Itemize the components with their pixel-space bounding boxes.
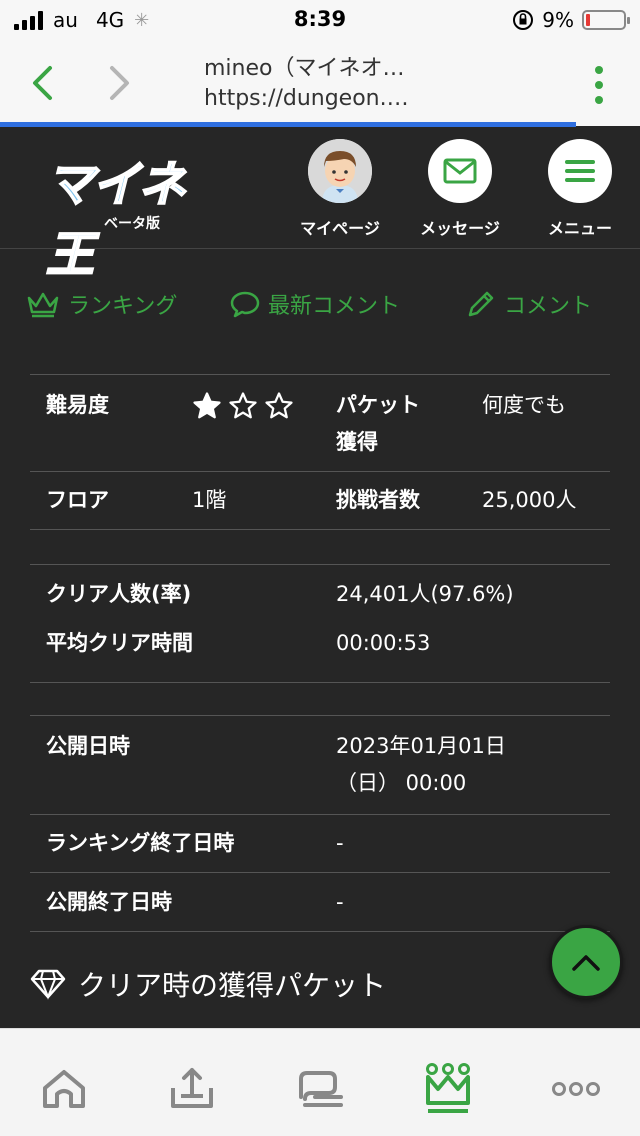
message-icon-circle — [428, 139, 492, 203]
logo-subtitle: ベータ版 — [104, 216, 160, 232]
scroll-to-top-button[interactable] — [549, 925, 623, 999]
envelope-icon — [443, 158, 477, 184]
more-icon — [552, 1082, 600, 1096]
chat-icon — [299, 1071, 343, 1107]
table-row: フロア 1階 挑戦者数 25,000人 — [30, 471, 610, 529]
publish-end-value: - — [336, 890, 344, 914]
tab-comment-label: コメント — [504, 294, 593, 319]
table-row: ランキング終了日時 - — [30, 814, 610, 872]
packet-label: パケット 獲得 — [336, 387, 420, 461]
menu-button[interactable]: メニュー — [530, 139, 630, 239]
battery-icon — [582, 10, 630, 30]
table-spacer — [30, 529, 610, 564]
upload-tray-icon — [171, 1068, 213, 1108]
forward-button[interactable] — [100, 60, 140, 106]
crown-icon — [27, 292, 59, 318]
clear-packet-title-text: クリア時の獲得パケット — [78, 969, 387, 1002]
nav-upload[interactable] — [162, 1059, 222, 1119]
crown-icon — [426, 1063, 470, 1113]
nav-chat[interactable] — [290, 1059, 350, 1119]
back-button[interactable] — [22, 60, 62, 106]
user-avatar-icon — [308, 139, 372, 203]
chevron-up-icon — [572, 955, 600, 971]
tab-latest-comments[interactable]: 最新コメント — [230, 288, 400, 320]
browser-toolbar: mineo（マイネオ… https://dungeon.… — [0, 40, 640, 126]
hamburger-icon — [565, 160, 595, 182]
ranking-end-label: ランキング終了日時 — [46, 831, 235, 855]
tab-ranking-label: ランキング — [68, 294, 178, 319]
publish-end-label: 公開終了日時 — [46, 890, 172, 914]
avg-clear-label: 平均クリア時間 — [46, 631, 193, 655]
tab-latest-comments-label: 最新コメント — [268, 294, 401, 319]
clear-count-label: クリア人数(率) — [46, 582, 192, 606]
pencil-icon — [468, 291, 494, 317]
nav-home[interactable] — [34, 1059, 94, 1119]
avg-clear-value: 00:00:53 — [336, 631, 431, 655]
difficulty-label: 難易度 — [46, 393, 109, 417]
home-icon — [43, 1070, 85, 1108]
star-filled-icon — [193, 392, 221, 419]
packet-label-line2: 獲得 — [336, 430, 378, 454]
table-row: 公開日時 2023年01月01日 （日） 00:00 — [30, 715, 610, 814]
speech-bubble-icon — [230, 291, 260, 318]
mypage-button[interactable]: マイページ — [290, 139, 390, 239]
message-label: メッセージ — [420, 219, 500, 238]
content-tabs: ランキング 最新コメント コメント — [0, 270, 640, 340]
table-row: クリア人数(率) 24,401人(97.6%) — [30, 564, 610, 623]
table-row: 平均クリア時間 00:00:53 — [30, 623, 610, 682]
overflow-menu-icon[interactable] — [594, 66, 604, 104]
star-empty-icon — [229, 392, 257, 419]
dungeon-info-table: 難易度 パケット 獲得 何度でも フロア 1階 挑戦者数 25,000人 クリア… — [30, 374, 610, 932]
floor-value: 1階 — [192, 488, 227, 512]
floor-label: フロア — [46, 488, 109, 512]
packet-value: 何度でも — [482, 393, 566, 417]
packet-label-line1: パケット — [336, 393, 420, 417]
published-time: （日） 00:00 — [336, 771, 467, 795]
site-logo[interactable]: マイネ王 ベータ版 — [45, 145, 222, 284]
chevron-left-icon — [33, 66, 52, 100]
url-text: https://dungeon.… — [204, 86, 409, 111]
message-button[interactable]: メッセージ — [410, 139, 510, 239]
table-row: 難易度 パケット 獲得 何度でも — [30, 374, 610, 471]
menu-label: メニュー — [547, 219, 612, 238]
battery-percent: 9% — [542, 8, 574, 32]
avatar — [308, 139, 372, 203]
challengers-label: 挑戦者数 — [336, 488, 420, 512]
bottom-nav — [0, 1028, 640, 1136]
site-header: マイネ王 ベータ版 マイページ メッセージ メニュー — [0, 127, 640, 284]
mypage-label: マイページ — [300, 219, 380, 238]
challengers-value: 25,000人 — [482, 488, 577, 512]
rotation-lock-icon — [513, 10, 534, 30]
published-label: 公開日時 — [46, 734, 130, 758]
clear-packet-section-title: クリア時の獲得パケット — [30, 964, 386, 1004]
published-date: 2023年01月01日 — [336, 734, 506, 758]
ranking-end-value: - — [336, 831, 344, 855]
table-row: 公開終了日時 - — [30, 872, 610, 932]
published-value: 2023年01月01日 （日） 00:00 — [336, 728, 506, 802]
diamond-icon — [30, 969, 66, 1000]
tab-ranking[interactable]: ランキング — [26, 288, 177, 320]
chevron-right-icon — [110, 66, 129, 100]
difficulty-stars — [192, 391, 294, 421]
status-bar: au 4G ✳ 8:39 9% — [0, 0, 640, 40]
menu-icon-circle — [548, 139, 612, 203]
star-empty-icon — [265, 392, 293, 419]
nav-more[interactable] — [546, 1059, 606, 1119]
nav-ranking[interactable] — [418, 1059, 478, 1119]
page-title: mineo（マイネオ… — [204, 56, 405, 81]
tab-comment[interactable]: コメント — [466, 288, 592, 320]
address-bar[interactable]: mineo（マイネオ… https://dungeon.… — [204, 54, 504, 114]
clear-count-value: 24,401人(97.6%) — [336, 582, 514, 606]
table-spacer — [30, 682, 610, 715]
